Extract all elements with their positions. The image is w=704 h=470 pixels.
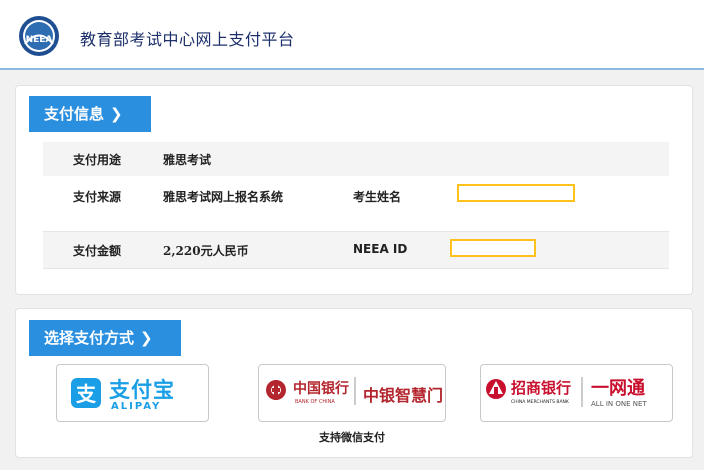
wechat-pay-caption: 支持微信支付 (319, 431, 385, 444)
alipay-button[interactable]: 支 支付宝 ALIPAY (56, 364, 209, 422)
alipay-cn-label: 支付宝 (109, 378, 175, 402)
payment-method-heading: 选择支付方式 ❯ (29, 320, 181, 356)
payment-purpose-value: 雅思考试 (163, 153, 212, 167)
payment-source-label: 支付来源 (73, 190, 122, 204)
cmb-sub-label: 一网通 (591, 378, 645, 399)
neea-id-field (450, 239, 536, 257)
payment-info-heading-label: 支付信息 (44, 105, 105, 123)
chevron-right-icon: ❯ (110, 105, 123, 123)
payment-method-heading-label: 选择支付方式 (44, 329, 135, 347)
cmb-sub-en-label: ALL IN ONE NET (591, 400, 647, 408)
alipay-en-label: ALIPAY (111, 401, 162, 412)
cmb-en-label: CHINA MERCHANTS BANK (511, 400, 569, 405)
payment-source-row: 支付来源 雅思考试网上报名系统 考生姓名 (43, 176, 669, 232)
svg-text:支: 支 (76, 382, 97, 406)
boc-en-label: BANK OF CHINA (295, 399, 335, 405)
boc-cn-label: 中国银行 (293, 381, 349, 397)
payment-amount-row: 支付金额 2,220元人民币 NEEA ID (43, 232, 669, 269)
payment-method-panel: 选择支付方式 ❯ 支 支付宝 ALIPAY 中国银行 BANK OF CHINA … (15, 308, 693, 458)
boc-sub-label: 中银智慧门 (363, 386, 444, 405)
china-merchants-bank-button[interactable]: 招商银行 CHINA MERCHANTS BANK 一网通 ALL IN ONE… (480, 364, 673, 422)
site-title: 教育部考试中心网上支付平台 (80, 30, 295, 49)
neea-id-label: NEEA ID (353, 242, 408, 256)
payment-purpose-label: 支付用途 (73, 153, 122, 167)
payment-amount-label: 支付金额 (73, 244, 122, 258)
cmb-cn-label: 招商银行 (511, 379, 572, 397)
payment-amount-value: 2,220元人民币 (163, 244, 249, 258)
payment-info-heading: 支付信息 ❯ (29, 96, 151, 132)
chevron-right-icon: ❯ (140, 329, 153, 347)
payment-source-value: 雅思考试网上报名系统 (163, 190, 284, 204)
payment-info-panel: 支付信息 ❯ 支付用途 雅思考试 支付来源 雅思考试网上报名系统 考生姓名 支付金… (15, 85, 693, 295)
candidate-name-label: 考生姓名 (353, 190, 402, 204)
payment-purpose-row: 支付用途 雅思考试 (43, 142, 669, 177)
bank-of-china-button[interactable]: 中国银行 BANK OF CHINA 中银智慧门 (258, 364, 446, 422)
candidate-name-field (457, 184, 575, 202)
neea-logo-icon: NEEA (19, 16, 59, 56)
svg-text:NEEA: NEEA (26, 35, 53, 45)
page-header: NEEA 教育部考试中心网上支付平台 (0, 0, 704, 70)
